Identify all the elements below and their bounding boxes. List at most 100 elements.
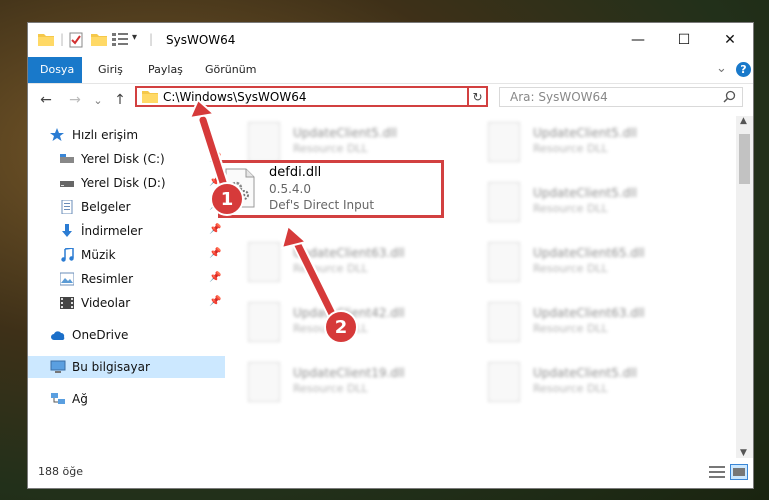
tab-dosya[interactable]: Dosya bbox=[28, 57, 82, 83]
folder-icon bbox=[38, 32, 54, 48]
sidebar-item-label: Hızlı erişim bbox=[72, 128, 139, 142]
window-title: SysWOW64 bbox=[166, 33, 236, 47]
music-icon bbox=[60, 247, 74, 262]
file-icon bbox=[488, 122, 520, 162]
sidebar-item-music[interactable]: Müzik 📌 bbox=[28, 244, 225, 266]
pin-icon[interactable]: 📌 bbox=[209, 272, 221, 283]
address-path: C:\Windows\SysWOW64 bbox=[163, 90, 307, 104]
refresh-button[interactable]: ↻ bbox=[467, 86, 488, 107]
file-description: Resource DLL bbox=[533, 382, 608, 395]
file-icon bbox=[248, 362, 280, 402]
quick-access-dropdown-icon[interactable]: ▾ bbox=[132, 32, 137, 48]
file-description: Resource DLL bbox=[293, 382, 368, 395]
target-file-description: Def's Direct Input bbox=[269, 198, 375, 212]
sidebar-item-disk-d[interactable]: Yerel Disk (D:) 📌 bbox=[28, 172, 225, 194]
sidebar-item-downloads[interactable]: İndirmeler 📌 bbox=[28, 220, 225, 242]
search-icon bbox=[723, 90, 736, 106]
list-item[interactable]: UpdateClient19.dll Resource DLL bbox=[248, 360, 448, 410]
sidebar-item-label: Videolar bbox=[81, 296, 131, 310]
target-file-name: defdi.dll bbox=[269, 165, 322, 180]
sidebar-item-this-pc[interactable]: Bu bilgisayar bbox=[28, 356, 225, 378]
target-file-version: 0.5.4.0 bbox=[269, 182, 311, 196]
list-item[interactable]: UpdateClient65.dll Resource DLL bbox=[488, 240, 688, 290]
file-name: UpdateClient63.dll bbox=[533, 306, 645, 320]
file-name: UpdateClient65.dll bbox=[533, 246, 645, 260]
vertical-scrollbar[interactable]: ▲ ▼ bbox=[736, 116, 753, 458]
computer-icon bbox=[50, 360, 66, 374]
file-description: Resource DLL bbox=[293, 262, 368, 275]
status-bar: 188 öğe bbox=[28, 458, 753, 488]
minimize-button[interactable]: — bbox=[615, 23, 661, 57]
file-icon bbox=[248, 242, 280, 282]
star-icon bbox=[50, 128, 64, 142]
file-icon bbox=[488, 182, 520, 222]
scroll-thumb[interactable] bbox=[739, 134, 750, 184]
target-file-defdi[interactable]: defdi.dll 0.5.4.0 Def's Direct Input bbox=[218, 160, 444, 218]
sidebar-item-pictures[interactable]: Resimler 📌 bbox=[28, 268, 225, 290]
forward-button[interactable]: → bbox=[65, 90, 85, 110]
maximize-button[interactable]: ☐ bbox=[661, 23, 707, 57]
recent-locations-button[interactable]: ⌄ bbox=[88, 90, 108, 110]
scroll-down-icon[interactable]: ▼ bbox=[740, 448, 747, 458]
list-item[interactable]: UpdateClient63.dll Resource DLL bbox=[248, 240, 448, 290]
tab-gorunum[interactable]: Görünüm bbox=[193, 57, 268, 83]
back-button[interactable]: ← bbox=[36, 90, 56, 110]
file-name: UpdateClient19.dll bbox=[293, 366, 405, 380]
file-description: Resource DLL bbox=[533, 202, 608, 215]
up-button[interactable]: ↑ bbox=[110, 90, 130, 110]
file-description: Resource DLL bbox=[533, 262, 608, 275]
new-folder-icon[interactable] bbox=[91, 32, 107, 48]
title-bar: | ▾ | SysWOW64 — ☐ ✕ bbox=[28, 23, 753, 57]
help-icon[interactable]: ? bbox=[736, 62, 751, 77]
sidebar-item-documents[interactable]: Belgeler 📌 bbox=[28, 196, 225, 218]
drive-icon bbox=[60, 152, 74, 166]
address-bar[interactable]: C:\Windows\SysWOW64 ⌄ bbox=[135, 86, 485, 107]
sidebar-item-label: Bu bilgisayar bbox=[72, 360, 150, 374]
sidebar-item-onedrive[interactable]: OneDrive bbox=[28, 324, 225, 346]
sidebar-item-videos[interactable]: Videolar 📌 bbox=[28, 292, 225, 314]
close-button[interactable]: ✕ bbox=[707, 23, 753, 57]
tab-paylas[interactable]: Paylaş bbox=[136, 57, 195, 83]
sidebar-item-label: Ağ bbox=[72, 392, 88, 406]
file-name: UpdateClient5.dll bbox=[533, 126, 637, 140]
scroll-up-icon[interactable]: ▲ bbox=[740, 116, 747, 126]
navigation-pane: Hızlı erişim Yerel Disk (C:) 📌 Yerel Dis… bbox=[28, 116, 225, 458]
file-name: UpdateClient5.dll bbox=[533, 186, 637, 200]
expand-ribbon-button[interactable]: ⌄ bbox=[716, 61, 727, 76]
file-name: UpdateClient5.dll bbox=[293, 126, 397, 140]
pin-icon[interactable]: 📌 bbox=[209, 296, 221, 307]
videos-icon bbox=[60, 296, 74, 310]
cloud-icon bbox=[50, 328, 65, 342]
view-options-icon[interactable] bbox=[112, 32, 128, 48]
large-icons-view-icon[interactable] bbox=[730, 464, 748, 480]
list-item[interactable]: UpdateClient5.dll Resource DLL bbox=[488, 360, 688, 410]
tab-giris[interactable]: Giriş bbox=[86, 57, 135, 83]
separator: | bbox=[60, 32, 65, 46]
sidebar-item-label: İndirmeler bbox=[81, 224, 143, 238]
folder-icon bbox=[142, 89, 158, 106]
file-description: Resource DLL bbox=[533, 322, 608, 335]
drive-icon bbox=[60, 176, 74, 190]
sidebar-item-label: Resimler bbox=[81, 272, 134, 286]
sidebar-item-label: Belgeler bbox=[81, 200, 131, 214]
properties-icon[interactable] bbox=[69, 32, 83, 48]
sidebar-item-network[interactable]: Ağ bbox=[28, 388, 225, 410]
list-item[interactable]: UpdateClient5.dll Resource DLL bbox=[488, 120, 688, 170]
pin-icon[interactable]: 📌 bbox=[209, 248, 221, 259]
sidebar-item-disk-c[interactable]: Yerel Disk (C:) 📌 bbox=[28, 148, 225, 170]
step-badge-2: 2 bbox=[324, 310, 358, 344]
download-icon bbox=[60, 224, 74, 238]
sidebar-item-label: OneDrive bbox=[72, 328, 129, 342]
list-item[interactable]: UpdateClient63.dll Resource DLL bbox=[488, 300, 688, 350]
list-item[interactable]: UpdateClient5.dll Resource DLL bbox=[488, 180, 688, 230]
file-icon bbox=[488, 242, 520, 282]
sidebar-item-quick-access[interactable]: Hızlı erişim bbox=[28, 124, 225, 146]
search-input[interactable]: Ara: SysWOW64 bbox=[510, 90, 608, 104]
file-description: Resource DLL bbox=[533, 142, 608, 155]
network-icon bbox=[50, 392, 65, 406]
details-view-icon[interactable] bbox=[709, 465, 725, 482]
search-box[interactable]: Ara: SysWOW64 bbox=[499, 87, 743, 107]
pin-icon[interactable]: 📌 bbox=[209, 224, 221, 235]
ribbon-tabs: Dosya Giriş Paylaş Görünüm ⌄ ? bbox=[28, 57, 753, 84]
explorer-window: | ▾ | SysWOW64 — ☐ ✕ Dosya Giriş Paylaş … bbox=[27, 22, 754, 489]
